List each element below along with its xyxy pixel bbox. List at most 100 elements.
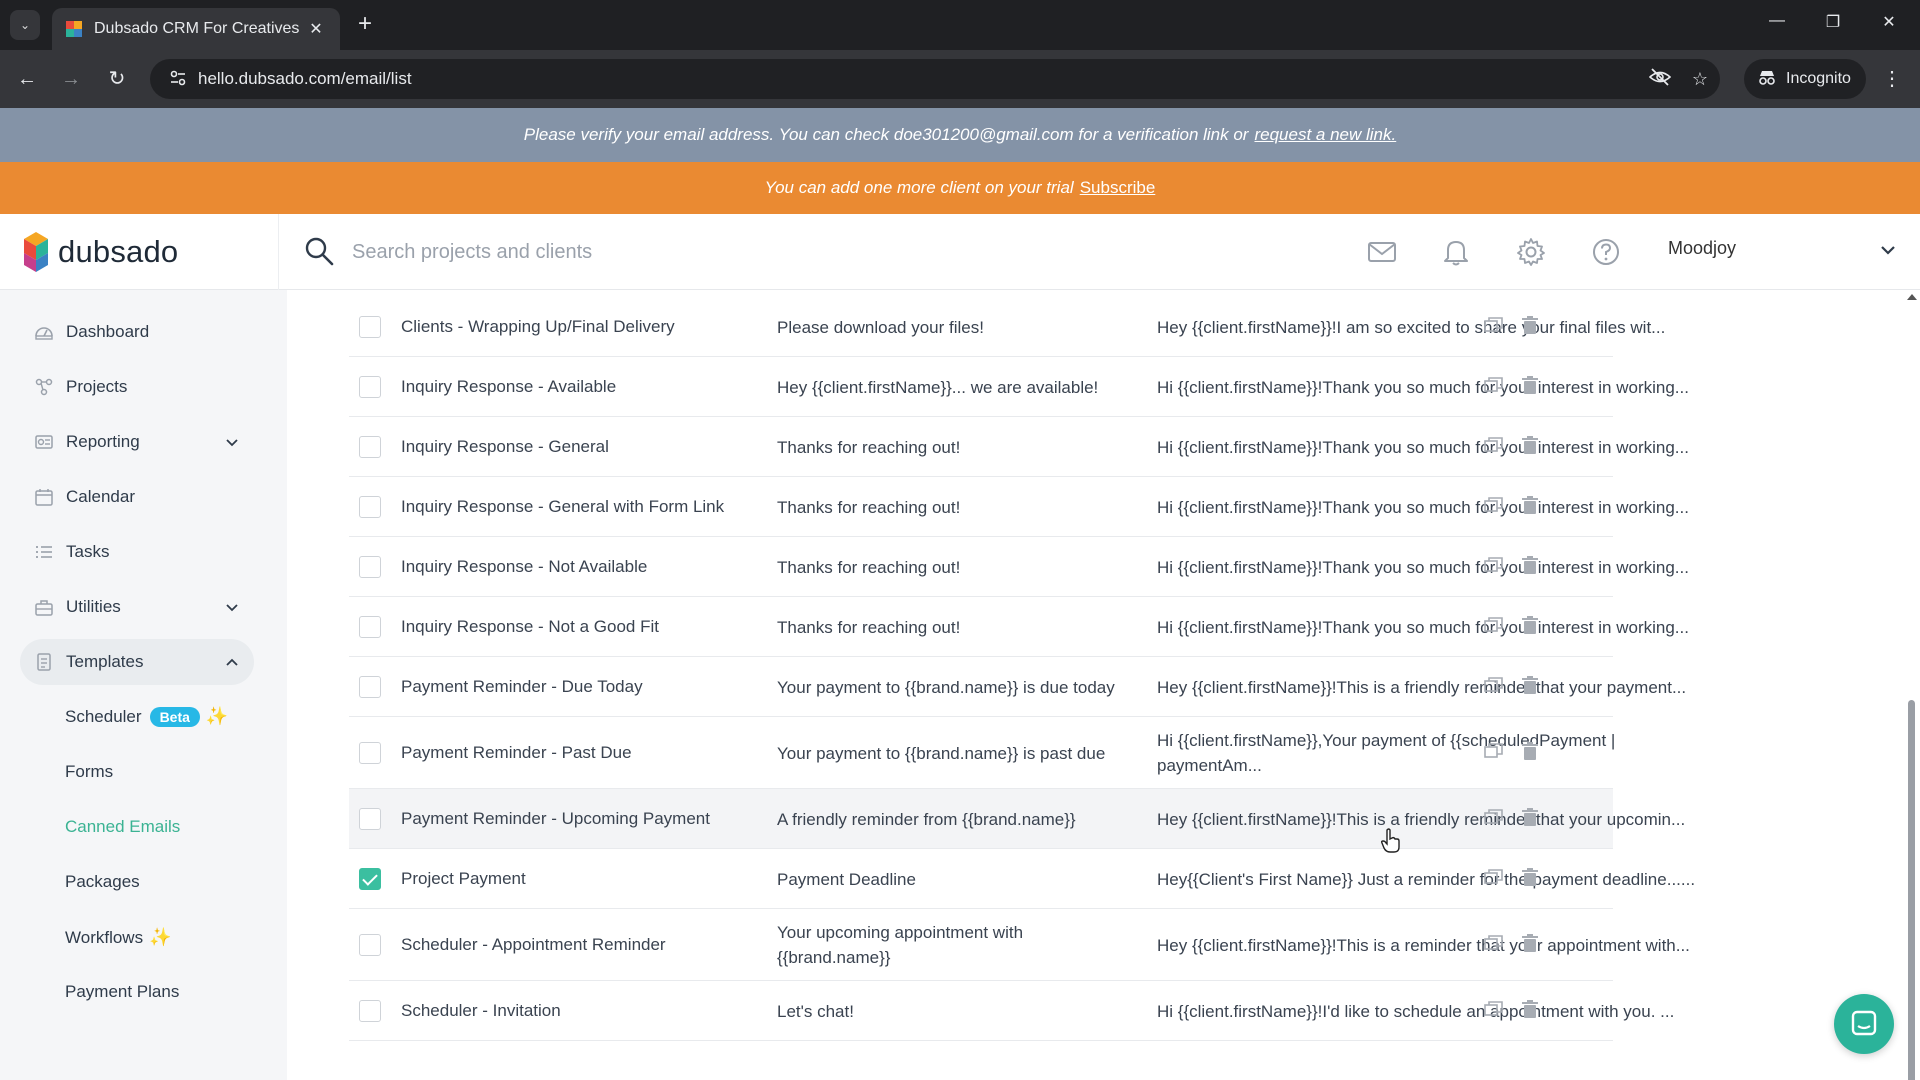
table-row[interactable]: Inquiry Response - Not Available Thanks f… xyxy=(349,537,1689,597)
duplicate-icon[interactable] xyxy=(1483,933,1505,955)
row-checkbox[interactable] xyxy=(359,316,381,338)
trash-icon[interactable] xyxy=(1519,554,1541,576)
request-new-link[interactable]: request a new link. xyxy=(1254,125,1396,145)
duplicate-icon[interactable] xyxy=(1483,555,1505,577)
bookmark-star-icon[interactable]: ☆ xyxy=(1680,69,1720,90)
chevron-down-icon[interactable] xyxy=(1876,238,1900,262)
email-template-name[interactable]: Inquiry Response - Not Available xyxy=(401,557,761,577)
duplicate-icon[interactable] xyxy=(1483,675,1505,697)
table-row[interactable]: Scheduler - Appointment Reminder Your upc… xyxy=(349,909,1690,981)
table-row[interactable]: Inquiry Response - Available Hey {{client… xyxy=(349,357,1689,417)
chat-launcher-button[interactable] xyxy=(1834,994,1894,1054)
sidebar-item-calendar[interactable]: Calendar xyxy=(20,474,254,520)
email-template-name[interactable]: Inquiry Response - General xyxy=(401,437,761,457)
row-checkbox[interactable] xyxy=(359,676,381,698)
sidebar-item-dashboard[interactable]: Dashboard xyxy=(20,309,254,355)
close-window-button[interactable]: ✕ xyxy=(1874,12,1904,32)
duplicate-icon[interactable] xyxy=(1483,999,1505,1021)
table-row[interactable]: Payment Reminder - Due Today Your payment… xyxy=(349,657,1686,717)
chevron-down-icon[interactable] xyxy=(222,597,242,617)
url-text[interactable]: hello.dubsado.com/email/list xyxy=(198,69,1640,89)
table-row[interactable]: Scheduler - Invitation Let's chat! Hi {{cl… xyxy=(349,981,1674,1041)
trash-icon[interactable] xyxy=(1519,806,1541,828)
sidebar-subitem-workflows[interactable]: Workflows ✨ xyxy=(65,927,172,948)
tab-list-button[interactable]: ⌄ xyxy=(10,10,40,40)
reload-button[interactable]: ↻ xyxy=(104,66,130,92)
table-row[interactable]: Clients - Wrapping Up/Final Delivery Plea… xyxy=(349,297,1665,357)
tab-close-icon[interactable]: ✕ xyxy=(306,19,326,39)
sidebar-subitem-payment-plans[interactable]: Payment Plans xyxy=(65,982,179,1002)
site-info-icon[interactable] xyxy=(158,69,198,90)
sidebar-subitem-canned-emails[interactable]: Canned Emails xyxy=(65,817,180,837)
email-template-name[interactable]: Payment Reminder - Upcoming Payment xyxy=(401,809,761,829)
email-template-name[interactable]: Clients - Wrapping Up/Final Delivery xyxy=(401,317,761,337)
duplicate-icon[interactable] xyxy=(1483,807,1505,829)
browser-menu-button[interactable]: ⋮ xyxy=(1878,66,1906,91)
email-template-name[interactable]: Payment Reminder - Due Today xyxy=(401,677,761,697)
row-checkbox[interactable] xyxy=(359,436,381,458)
row-checkbox[interactable] xyxy=(359,556,381,578)
gear-icon[interactable] xyxy=(1515,236,1547,268)
row-checkbox[interactable] xyxy=(359,616,381,638)
eye-off-icon[interactable] xyxy=(1640,67,1680,91)
scroll-up-arrow-icon[interactable] xyxy=(1907,294,1917,300)
trash-icon[interactable] xyxy=(1519,866,1541,888)
scrollbar-thumb[interactable] xyxy=(1908,700,1915,1080)
row-checkbox[interactable] xyxy=(359,496,381,518)
duplicate-icon[interactable] xyxy=(1483,375,1505,397)
trash-icon[interactable] xyxy=(1519,494,1541,516)
table-row[interactable]: Project Payment Payment Deadline Hey{{Clie… xyxy=(349,849,1695,909)
address-bar[interactable]: hello.dubsado.com/email/list ☆ xyxy=(150,59,1720,99)
back-button[interactable]: ← xyxy=(14,66,40,92)
trash-icon[interactable] xyxy=(1519,314,1541,336)
duplicate-icon[interactable] xyxy=(1483,615,1505,637)
email-template-name[interactable]: Inquiry Response - Not a Good Fit xyxy=(401,617,761,637)
email-template-name[interactable]: Payment Reminder - Past Due xyxy=(401,743,761,763)
sidebar-item-utilities[interactable]: Utilities xyxy=(20,584,254,630)
row-checkbox[interactable] xyxy=(359,808,381,830)
minimize-button[interactable]: — xyxy=(1762,12,1792,30)
trash-icon[interactable] xyxy=(1519,998,1541,1020)
email-template-name[interactable]: Scheduler - Appointment Reminder xyxy=(401,935,761,955)
email-template-name[interactable]: Inquiry Response - Available xyxy=(401,377,761,397)
email-template-name[interactable]: Inquiry Response - General with Form Lin… xyxy=(401,497,761,517)
sidebar-item-templates[interactable]: Templates xyxy=(20,639,254,685)
trash-icon[interactable] xyxy=(1519,614,1541,636)
trash-icon[interactable] xyxy=(1519,932,1541,954)
browser-tab[interactable]: Dubsado CRM For Creatives ✕ xyxy=(52,8,340,50)
row-checkbox[interactable] xyxy=(359,868,381,890)
sidebar-subitem-forms[interactable]: Forms xyxy=(65,762,113,782)
subscribe-link[interactable]: Subscribe xyxy=(1080,178,1156,198)
chevron-up-icon[interactable] xyxy=(222,652,242,672)
sidebar-item-projects[interactable]: Projects xyxy=(20,364,254,410)
row-checkbox[interactable] xyxy=(359,742,381,764)
email-template-name[interactable]: Project Payment xyxy=(401,869,761,889)
search-icon[interactable] xyxy=(304,236,334,266)
trash-icon[interactable] xyxy=(1519,374,1541,396)
scrollbar[interactable] xyxy=(1903,290,1920,1080)
forward-button[interactable]: → xyxy=(58,66,84,92)
dubsado-logo[interactable]: dubsado xyxy=(22,228,178,276)
table-row[interactable]: Inquiry Response - General with Form Lin… xyxy=(349,477,1689,537)
duplicate-icon[interactable] xyxy=(1483,315,1505,337)
row-checkbox[interactable] xyxy=(359,376,381,398)
sidebar-subitem-packages[interactable]: Packages xyxy=(65,872,140,892)
table-row[interactable]: Payment Reminder - Past Due Your payment … xyxy=(349,717,1615,789)
table-row[interactable]: Payment Reminder - Upcoming Payment A fri… xyxy=(349,789,1685,849)
search-input[interactable] xyxy=(352,234,1252,270)
table-row[interactable]: Inquiry Response - General Thanks for rea… xyxy=(349,417,1689,477)
trash-icon[interactable] xyxy=(1519,740,1541,762)
duplicate-icon[interactable] xyxy=(1483,741,1505,763)
email-template-name[interactable]: Scheduler - Invitation xyxy=(401,1001,761,1021)
duplicate-icon[interactable] xyxy=(1483,495,1505,517)
row-checkbox[interactable] xyxy=(359,1000,381,1022)
duplicate-icon[interactable] xyxy=(1483,435,1505,457)
sidebar-subitem-scheduler[interactable]: Scheduler Beta ✨ xyxy=(65,706,228,727)
sidebar-item-tasks[interactable]: Tasks xyxy=(20,529,254,575)
account-name[interactable]: Moodjoy xyxy=(1668,238,1736,259)
sidebar-item-reporting[interactable]: Reporting xyxy=(20,419,254,465)
table-row[interactable]: Inquiry Response - Not a Good Fit Thanks … xyxy=(349,597,1689,657)
mail-icon[interactable] xyxy=(1366,236,1398,268)
row-checkbox[interactable] xyxy=(359,934,381,956)
trash-icon[interactable] xyxy=(1519,434,1541,456)
